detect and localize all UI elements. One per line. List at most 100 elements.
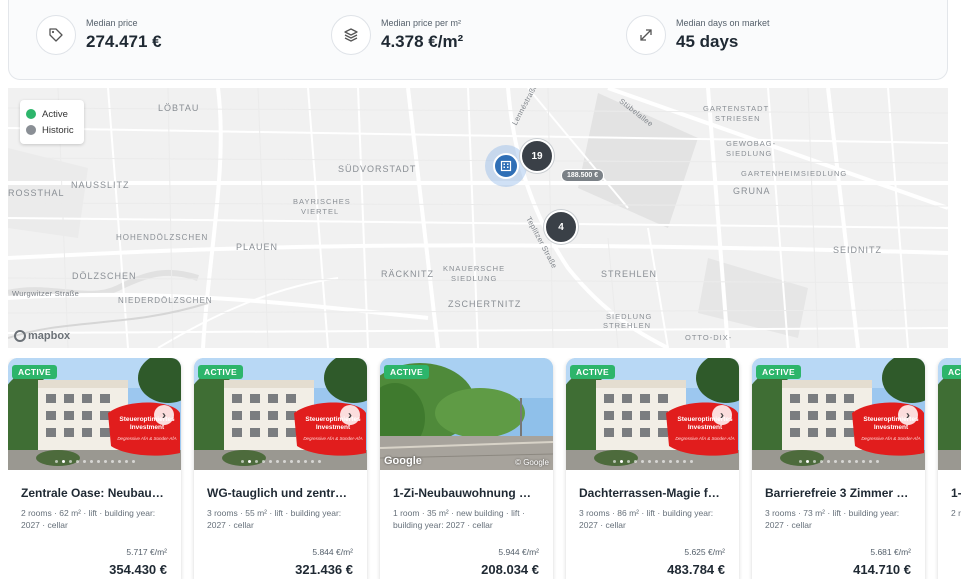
- pagination-dot[interactable]: [833, 460, 837, 463]
- listings-carousel[interactable]: Steueroptimiertes Investment Degressive …: [8, 358, 961, 579]
- listing-title[interactable]: 1-: [951, 486, 961, 500]
- map-price-pin[interactable]: 188.500 €: [561, 169, 605, 182]
- listing-title[interactable]: 1-Zi-Neubauwohnung …: [393, 486, 543, 500]
- pagination-dot[interactable]: [261, 460, 265, 463]
- map-district-label: STREHLEN: [603, 321, 652, 330]
- listing-details: 3 rooms · 55 m² · lift · building year: …: [207, 508, 342, 530]
- pagination-dot[interactable]: [868, 460, 872, 463]
- pagination-dot[interactable]: [82, 460, 86, 463]
- map-street-label: Wurgwitzer Straße: [12, 289, 80, 298]
- listing-details: 3 rooms · 73 m² · lift · building year: …: [765, 508, 900, 530]
- pagination-dot[interactable]: [131, 460, 135, 463]
- mapbox-wordmark: mapbox: [28, 330, 71, 342]
- map-cluster-4[interactable]: 4: [544, 210, 578, 244]
- pagination-dot[interactable]: [647, 460, 651, 463]
- stat-median-price: Median price 274.471 €: [36, 11, 162, 59]
- listing-price-per-sqm: 5.717 €/m²: [126, 547, 167, 557]
- pagination-dot[interactable]: [626, 460, 630, 463]
- pagination-dot[interactable]: [124, 460, 128, 463]
- pagination-dot[interactable]: [89, 460, 93, 463]
- pagination-dot[interactable]: [247, 460, 251, 463]
- pagination-dot[interactable]: [296, 460, 300, 463]
- listing-card[interactable]: Steueroptimiertes Investment Degressive …: [566, 358, 739, 579]
- pagination-dot[interactable]: [875, 460, 879, 463]
- pagination-dot[interactable]: [275, 460, 279, 463]
- listing-title[interactable]: Dachterrassen-Magie f…: [579, 486, 729, 500]
- next-photo-button[interactable]: ›: [898, 405, 918, 425]
- photo-pagination[interactable]: [194, 460, 367, 463]
- pagination-dot[interactable]: [812, 460, 816, 463]
- pagination-dot[interactable]: [847, 460, 851, 463]
- listing-title[interactable]: WG-tauglich und zentr…: [207, 486, 357, 500]
- listing-price-per-sqm: 5.625 €/m²: [684, 547, 725, 557]
- legend-item-historic: Historic: [26, 122, 78, 138]
- pagination-dot[interactable]: [633, 460, 637, 463]
- photo-pagination[interactable]: [8, 460, 181, 463]
- pagination-dot[interactable]: [668, 460, 672, 463]
- map-cluster-19[interactable]: 19: [520, 139, 554, 173]
- listing-card[interactable]: Steueroptimiertes Investment Degressive …: [8, 358, 181, 579]
- stat-value: 4.378 €/m²: [381, 31, 464, 51]
- pagination-dot[interactable]: [317, 460, 321, 463]
- pagination-dot[interactable]: [289, 460, 293, 463]
- pagination-dot[interactable]: [640, 460, 644, 463]
- pagination-dot[interactable]: [854, 460, 858, 463]
- next-photo-button[interactable]: ›: [154, 405, 174, 425]
- map-district-label: VIERTEL: [301, 207, 340, 216]
- pagination-dot[interactable]: [619, 460, 623, 463]
- pagination-dot[interactable]: [254, 460, 258, 463]
- pagination-dot[interactable]: [689, 460, 693, 463]
- chevron-right-icon: ›: [162, 408, 166, 422]
- listing-card[interactable]: Steueroptimiertes Investment Degressive …: [752, 358, 925, 579]
- map-district-label: GRUNA: [733, 186, 771, 196]
- pagination-dot[interactable]: [240, 460, 244, 463]
- pagination-dot[interactable]: [612, 460, 616, 463]
- mapbox-logo[interactable]: mapbox: [14, 330, 70, 342]
- pagination-dot[interactable]: [54, 460, 58, 463]
- pagination-dot[interactable]: [68, 460, 72, 463]
- pagination-dot[interactable]: [805, 460, 809, 463]
- listing-details: 2 rooms · 62 m² · lift · building year: …: [21, 508, 156, 530]
- next-photo-button[interactable]: ›: [712, 405, 732, 425]
- pagination-dot[interactable]: [654, 460, 658, 463]
- map-district-label: ROSSTHAL: [8, 188, 65, 198]
- listing-card[interactable]: Google © Google ACTIVE 1-Zi-Neubauwohnun…: [380, 358, 553, 579]
- pagination-dot[interactable]: [61, 460, 65, 463]
- pagination-dot[interactable]: [861, 460, 865, 463]
- listing-title[interactable]: Zentrale Oase: Neubau…: [21, 486, 171, 500]
- pagination-dot[interactable]: [303, 460, 307, 463]
- pagination-dot[interactable]: [282, 460, 286, 463]
- pagination-dot[interactable]: [117, 460, 121, 463]
- promo-subtext: Degressive AfA & Sonder-AfA: [117, 436, 177, 441]
- pagination-dot[interactable]: [96, 460, 100, 463]
- pagination-dot[interactable]: [798, 460, 802, 463]
- mapbox-icon: [14, 330, 26, 342]
- legend-label: Historic: [42, 124, 74, 136]
- photo-pagination[interactable]: [938, 460, 961, 463]
- listing-title[interactable]: Barrierefreie 3 Zimmer …: [765, 486, 915, 500]
- listings-map[interactable]: LÖBTAU SÜDVORSTADT NAUSSLITZ ROSSTHAL BA…: [8, 88, 948, 348]
- listing-price: 321.436 €: [295, 562, 353, 577]
- listing-price-per-sqm: 5.944 €/m²: [498, 547, 539, 557]
- pagination-dot[interactable]: [661, 460, 665, 463]
- status-badge: ACTIVE: [384, 365, 429, 379]
- pagination-dot[interactable]: [75, 460, 79, 463]
- pagination-dot[interactable]: [682, 460, 686, 463]
- listing-card[interactable]: Steueroptimiertes Investment Degressive …: [938, 358, 961, 579]
- pagination-dot[interactable]: [268, 460, 272, 463]
- pagination-dot[interactable]: [826, 460, 830, 463]
- map-district-label: STREHLEN: [601, 269, 658, 279]
- pagination-dot[interactable]: [103, 460, 107, 463]
- stat-value: 45 days: [676, 31, 739, 51]
- pagination-dot[interactable]: [110, 460, 114, 463]
- status-badge: ACTIVE: [12, 365, 57, 379]
- listing-card[interactable]: Steueroptimiertes Investment Degressive …: [194, 358, 367, 579]
- photo-pagination[interactable]: [566, 460, 739, 463]
- pagination-dot[interactable]: [310, 460, 314, 463]
- pagination-dot[interactable]: [675, 460, 679, 463]
- pagination-dot[interactable]: [819, 460, 823, 463]
- stat-value: 274.471 €: [86, 31, 162, 51]
- next-photo-button[interactable]: ›: [340, 405, 360, 425]
- pagination-dot[interactable]: [840, 460, 844, 463]
- photo-pagination[interactable]: [752, 460, 925, 463]
